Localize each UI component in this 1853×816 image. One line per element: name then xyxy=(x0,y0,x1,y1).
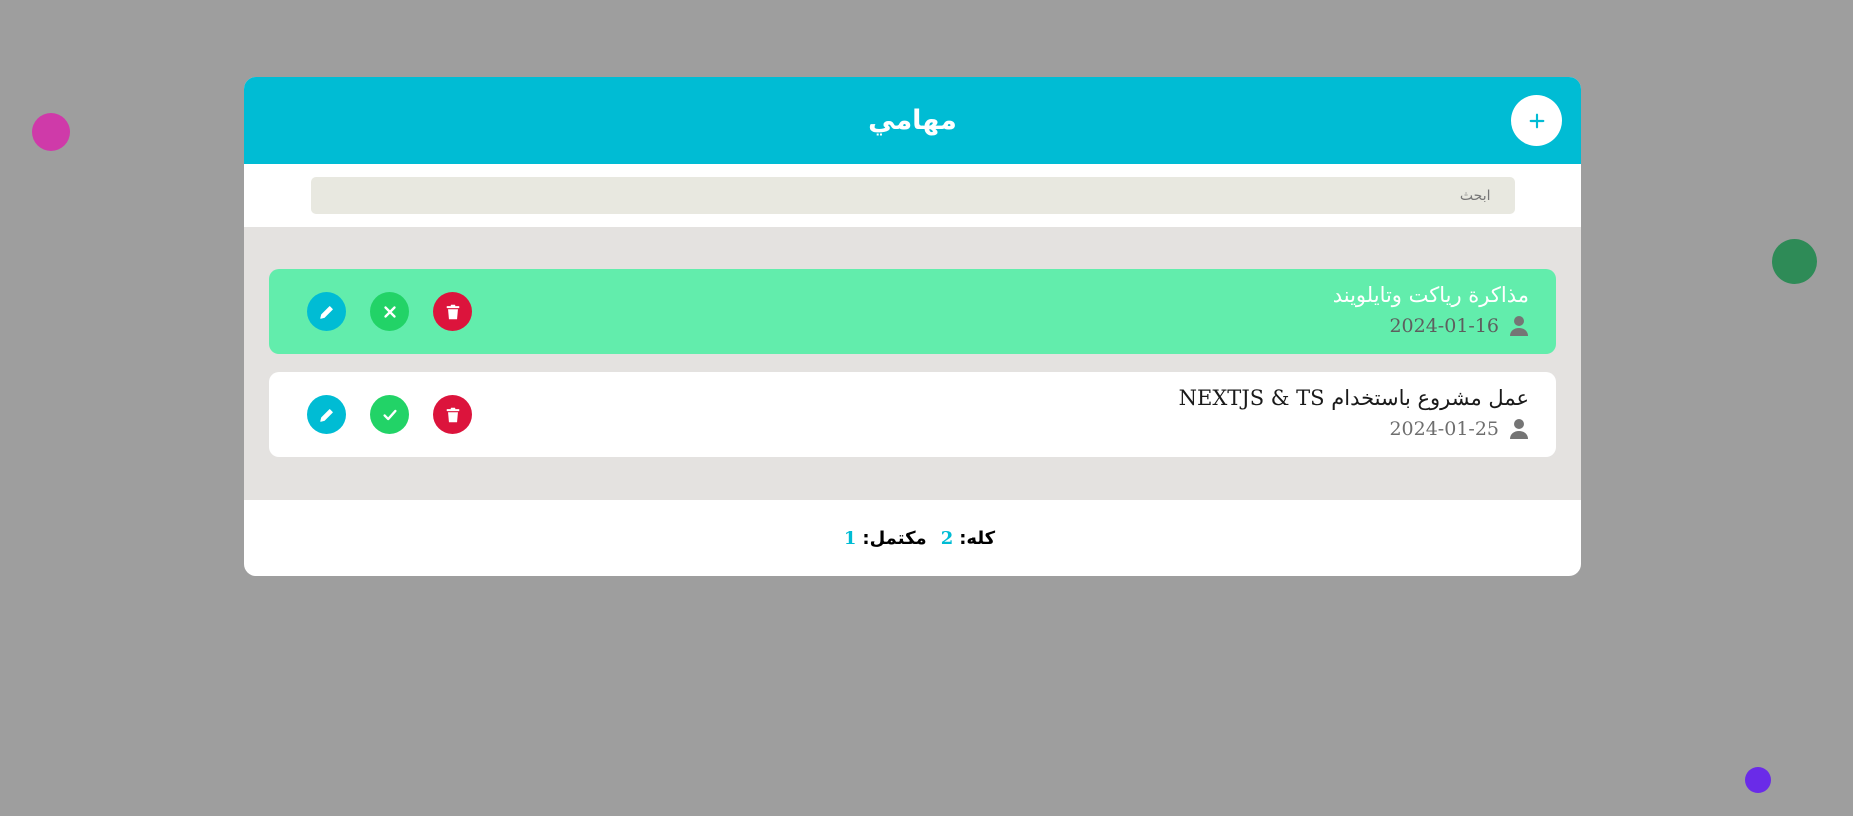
total-stat: كله: 2 xyxy=(935,528,995,549)
task-meta: 2024-01-25 xyxy=(1389,418,1529,440)
task-title: عمل مشروع باستخدام NEXTJS & TS xyxy=(1178,386,1529,410)
mark-complete-button[interactable] xyxy=(370,395,409,434)
trash-icon xyxy=(446,407,459,422)
edit-button[interactable] xyxy=(307,395,346,434)
task-item: مذاكرة رياكت وتايلويند 2024-01-16 xyxy=(269,269,1556,354)
trash-icon xyxy=(446,304,459,319)
task-meta: 2024-01-16 xyxy=(1389,315,1529,337)
completed-count: 1 xyxy=(843,527,857,549)
decorative-dot-pink xyxy=(32,113,70,151)
task-date: 2024-01-16 xyxy=(1389,315,1499,337)
total-count: 2 xyxy=(940,527,954,549)
todo-card: مهامي مذاكرة رياكت وتايلويند 2024-01-16 xyxy=(244,77,1581,576)
delete-button[interactable] xyxy=(433,395,472,434)
check-icon xyxy=(382,409,397,420)
page-title: مهامي xyxy=(868,105,957,136)
mark-incomplete-button[interactable] xyxy=(370,292,409,331)
pencil-icon xyxy=(319,408,333,422)
task-actions xyxy=(307,292,472,331)
decorative-dot-purple xyxy=(1745,767,1771,793)
user-icon xyxy=(1509,418,1529,440)
task-title: مذاكرة رياكت وتايلويند xyxy=(1332,283,1529,307)
task-date: 2024-01-25 xyxy=(1389,418,1499,440)
plus-icon xyxy=(1529,113,1544,128)
header: مهامي xyxy=(244,77,1581,164)
decorative-dot-green xyxy=(1772,239,1817,284)
x-icon xyxy=(383,305,396,318)
task-item: عمل مشروع باستخدام NEXTJS & TS 2024-01-2… xyxy=(269,372,1556,457)
search-bar xyxy=(244,164,1581,227)
add-task-button[interactable] xyxy=(1511,95,1562,146)
task-actions xyxy=(307,395,472,434)
stats-footer: كله: 2 مكتمل: 1 xyxy=(244,500,1581,576)
delete-button[interactable] xyxy=(433,292,472,331)
completed-label: مكتمل: xyxy=(862,527,927,549)
edit-button[interactable] xyxy=(307,292,346,331)
task-list: مذاكرة رياكت وتايلويند 2024-01-16 عمل مش… xyxy=(244,227,1581,500)
search-input[interactable] xyxy=(310,177,1515,214)
pencil-icon xyxy=(319,305,333,319)
completed-stat: مكتمل: 1 xyxy=(838,528,927,549)
total-label: كله: xyxy=(959,527,996,549)
user-icon xyxy=(1509,315,1529,337)
